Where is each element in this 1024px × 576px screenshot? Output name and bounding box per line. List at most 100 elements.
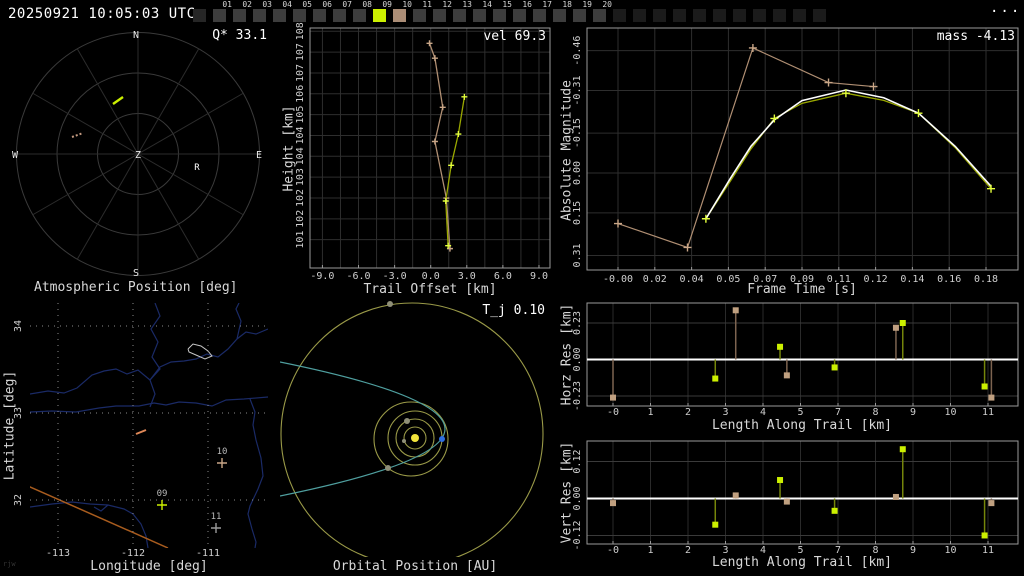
frame-label-14: 14 [482, 0, 492, 9]
frame-label-10: 10 [402, 0, 412, 9]
frame-square-05[interactable] [293, 9, 306, 22]
frame-square-extra-2[interactable] [633, 9, 646, 22]
magnitude-axis-title: Absolute Magnitude [559, 80, 575, 221]
vert-res-plot: -0 1 2 3 4 5 7 8 9 10 110.120.00-0.12 [572, 440, 1019, 556]
svg-text:-112: -112 [121, 548, 145, 559]
svg-text:4: 4 [760, 407, 766, 418]
svg-text:103: 103 [295, 168, 306, 186]
svg-text:5: 5 [797, 407, 803, 418]
body-venus [404, 418, 410, 424]
body-mercury [402, 439, 406, 443]
frame-square-14[interactable] [473, 9, 486, 22]
svg-text:1: 1 [647, 545, 653, 556]
frame-square-extra-3[interactable] [653, 9, 666, 22]
svg-text:2: 2 [685, 407, 691, 418]
frame-square-15[interactable] [493, 9, 506, 22]
frame-square-extra-5[interactable] [693, 9, 706, 22]
frame-square-09[interactable] [373, 9, 386, 22]
frame-square-extra-10[interactable] [793, 9, 806, 22]
frame-label-03: 03 [262, 0, 272, 9]
frame-label-04: 04 [282, 0, 292, 9]
frame-square-06[interactable] [313, 9, 326, 22]
frame-square-01[interactable] [213, 9, 226, 22]
horz-res-plot: -0 1 2 3 4 5 7 8 9 10 110.230.00-0.23 [572, 302, 1019, 418]
svg-text:11: 11 [211, 512, 222, 522]
frame-label-02: 02 [242, 0, 252, 9]
svg-text:6.0: 6.0 [494, 271, 512, 282]
frame-square-extra-1[interactable] [613, 9, 626, 22]
svg-text:105: 105 [295, 106, 306, 124]
svg-text:S: S [133, 268, 139, 279]
svg-text:09: 09 [157, 489, 168, 499]
svg-text:0.16: 0.16 [937, 274, 961, 285]
svg-text:9.0: 9.0 [530, 271, 548, 282]
svg-text:8: 8 [872, 407, 878, 418]
svg-text:102: 102 [295, 210, 306, 228]
frame-square-02[interactable] [233, 9, 246, 22]
frame-square-08[interactable] [353, 9, 366, 22]
frame-square-extra-8[interactable] [753, 9, 766, 22]
svg-text:2: 2 [685, 545, 691, 556]
overflow-menu[interactable]: ... [990, 0, 1021, 16]
frame-square-07[interactable] [333, 9, 346, 22]
svg-text:106: 106 [295, 85, 306, 103]
frame-square-17[interactable] [533, 9, 546, 22]
svg-text:3: 3 [722, 407, 728, 418]
frame-square-18[interactable] [553, 9, 566, 22]
frame-square-blank[interactable] [193, 9, 206, 22]
frame-label-19: 19 [582, 0, 592, 9]
frame-square-extra-7[interactable] [733, 9, 746, 22]
svg-text:9: 9 [910, 545, 916, 556]
polar-title: Atmospheric Position [deg] [34, 280, 238, 295]
frame-square-extra-11[interactable] [813, 9, 826, 22]
frame-square-11[interactable] [413, 9, 426, 22]
polar-q-value: Q* 33.1 [212, 28, 267, 43]
frame-label-05: 05 [302, 0, 312, 9]
frame-square-extra-4[interactable] [673, 9, 686, 22]
mass-value: mass -4.13 [936, 29, 1015, 44]
frame-square-04[interactable] [273, 9, 286, 22]
frame-square-extra-9[interactable] [773, 9, 786, 22]
svg-text:R: R [194, 163, 200, 173]
frame-square-20[interactable] [593, 9, 606, 22]
vert-length-axis-title: Length Along Trail [km] [711, 555, 892, 570]
frame-square-13[interactable] [453, 9, 466, 22]
frame-label-17: 17 [542, 0, 552, 9]
svg-text:107: 107 [295, 64, 306, 82]
frame-square-10[interactable] [393, 9, 406, 22]
fireball-analysis-dashboard: { "top_bar": { "timestamp": "20250921 10… [0, 0, 1024, 576]
body-jupiter [387, 301, 393, 307]
frame-label-09: 09 [382, 0, 392, 9]
svg-text:-113: -113 [46, 548, 70, 559]
frame-square-03[interactable] [253, 9, 266, 22]
trail-offset-axis-title: Trail Offset [km] [363, 282, 497, 297]
svg-text:E: E [256, 150, 262, 161]
svg-text:N: N [133, 30, 139, 41]
frame-label-13: 13 [462, 0, 472, 9]
vert-res-axis-title: Vert Res [km] [559, 441, 575, 544]
latitude-axis-title: Latitude [deg] [2, 370, 18, 481]
frame-label-07: 07 [342, 0, 352, 9]
svg-text:0.0: 0.0 [422, 271, 440, 282]
frame-label-01: 01 [222, 0, 232, 9]
frame-label-06: 06 [322, 0, 332, 9]
frame-square-19[interactable] [573, 9, 586, 22]
svg-text:0.18: 0.18 [974, 274, 998, 285]
frame-label-08: 08 [362, 0, 372, 9]
magnitude-plot: -0.00 0.02 0.04 0.05 0.07 0.09 0.11 0.12 0.14 0.1… [572, 27, 1019, 285]
svg-text:3.0: 3.0 [458, 271, 476, 282]
svg-text:9: 9 [910, 407, 916, 418]
frame-label-11: 11 [422, 0, 432, 9]
frame-square-12[interactable] [433, 9, 446, 22]
svg-text:7: 7 [835, 407, 841, 418]
polar-plot: N S W E Z R [12, 30, 262, 279]
top-bar: 20250921 10:05:03 UTC ... 01 02 03 04 05 06 07… [0, 0, 1024, 28]
tisserand-value: T_j 0.10 [482, 303, 545, 318]
utc-timestamp: 20250921 10:05:03 UTC [8, 6, 196, 22]
svg-text:104: 104 [295, 126, 306, 144]
body-earth [439, 436, 445, 442]
frame-square-16[interactable] [513, 9, 526, 22]
svg-text:0.02: 0.02 [643, 274, 667, 285]
svg-text:1: 1 [647, 407, 653, 418]
frame-square-extra-6[interactable] [713, 9, 726, 22]
